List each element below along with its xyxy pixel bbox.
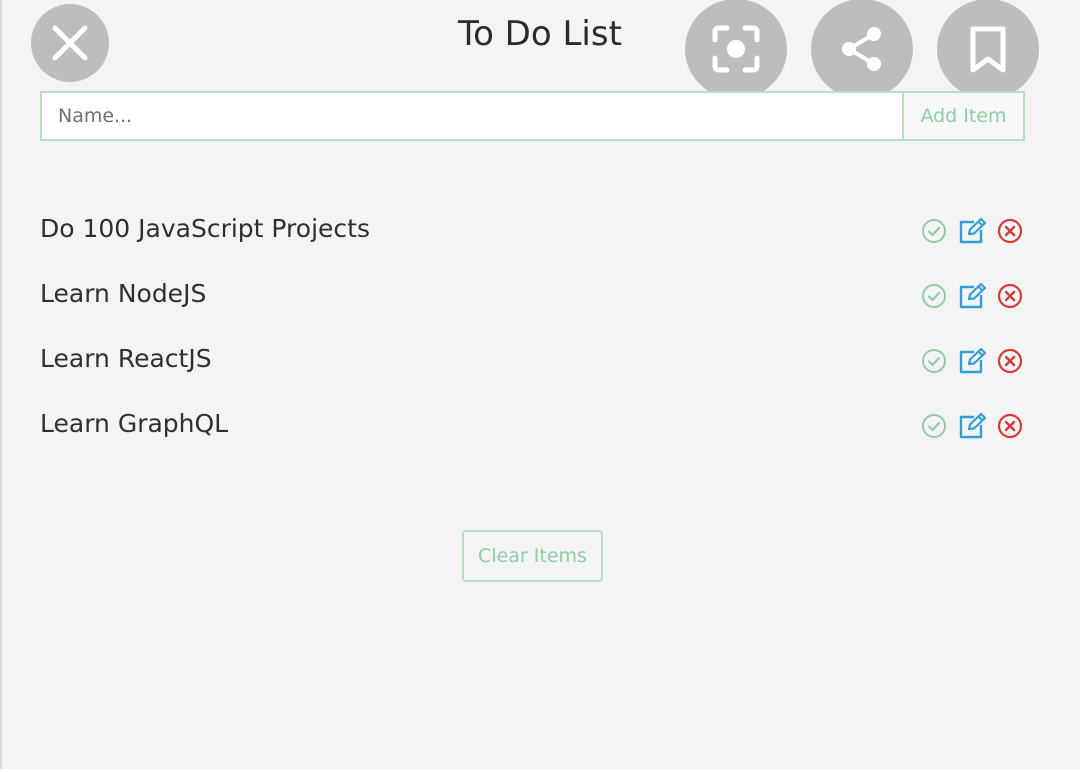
list-item: Learn GraphQL <box>40 390 1025 455</box>
edit-button[interactable] <box>957 411 987 441</box>
check-circle-icon <box>922 348 946 373</box>
close-icon <box>52 25 88 61</box>
delete-button[interactable] <box>995 281 1025 311</box>
complete-button[interactable] <box>919 411 949 441</box>
delete-circle-icon <box>997 348 1023 373</box>
item-actions <box>919 405 1025 441</box>
edit-icon <box>959 347 987 373</box>
left-edge-divider <box>0 0 2 772</box>
list-item: Learn NodeJS <box>40 260 1025 325</box>
bookmark-button[interactable] <box>937 0 1039 99</box>
edit-button[interactable] <box>957 281 987 311</box>
item-actions <box>919 340 1025 376</box>
edit-button[interactable] <box>957 346 987 376</box>
todo-text: Do 100 JavaScript Projects <box>40 214 370 243</box>
list-item: Learn ReactJS <box>40 325 1025 390</box>
complete-button[interactable] <box>919 281 949 311</box>
delete-circle-icon <box>997 413 1023 438</box>
edit-icon <box>959 282 987 308</box>
delete-button[interactable] <box>995 216 1025 246</box>
edit-button[interactable] <box>957 216 987 246</box>
lens-icon <box>712 25 760 73</box>
page-title: To Do List <box>458 14 622 54</box>
delete-button[interactable] <box>995 346 1025 376</box>
bookmark-icon <box>970 26 1006 73</box>
list-item: Do 100 JavaScript Projects <box>40 195 1025 260</box>
edit-icon <box>959 412 987 438</box>
check-circle-icon <box>922 413 946 438</box>
edit-icon <box>959 217 987 243</box>
add-item-form: Add Item <box>40 91 1025 141</box>
delete-button[interactable] <box>995 411 1025 441</box>
delete-circle-icon <box>997 218 1023 243</box>
clear-items-button[interactable]: Clear Items <box>462 530 603 582</box>
complete-button[interactable] <box>919 216 949 246</box>
share-button[interactable] <box>811 0 913 99</box>
check-circle-icon <box>922 218 946 243</box>
item-actions <box>919 275 1025 311</box>
close-button[interactable] <box>31 4 109 82</box>
share-icon <box>842 27 881 71</box>
name-input[interactable] <box>40 91 902 141</box>
complete-button[interactable] <box>919 346 949 376</box>
delete-circle-icon <box>997 283 1023 308</box>
item-actions <box>919 210 1025 246</box>
todo-text: Learn GraphQL <box>40 409 229 438</box>
lens-button[interactable] <box>685 0 787 99</box>
check-circle-icon <box>922 283 946 308</box>
todo-list: Do 100 JavaScript Projects Learn NodeJS … <box>40 195 1025 455</box>
todo-text: Learn ReactJS <box>40 344 212 373</box>
add-item-button[interactable]: Add Item <box>902 91 1025 141</box>
todo-text: Learn NodeJS <box>40 279 207 308</box>
